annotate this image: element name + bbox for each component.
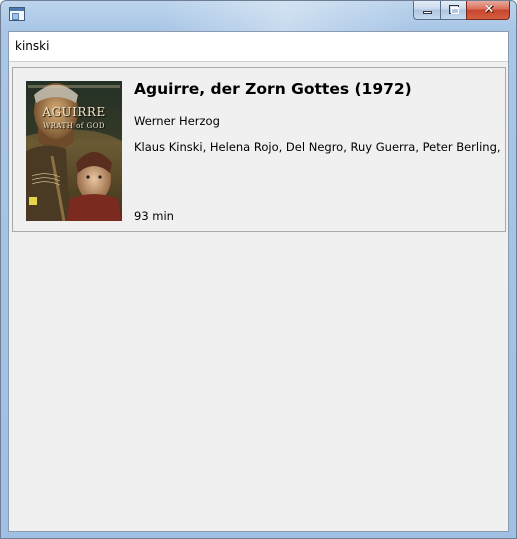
title-bar[interactable]: ✕ <box>1 1 516 31</box>
title-bar-glass <box>161 1 411 31</box>
poster-title-text: AGUIRRE <box>42 105 106 119</box>
movie-runtime: 93 min <box>134 209 174 223</box>
search-box[interactable] <box>9 32 508 62</box>
close-icon: ✕ <box>483 2 495 17</box>
movie-cast: Klaus Kinski, Helena Rojo, Del Negro, Ru… <box>134 140 504 154</box>
maximize-button[interactable] <box>440 1 466 20</box>
close-button[interactable]: ✕ <box>466 1 510 20</box>
poster-subtitle-text: WRATH of GOD <box>42 122 106 130</box>
minimize-icon <box>423 11 432 14</box>
app-window: ✕ kinski AGUIRRE WRATH of GOD Aguirre, d… <box>0 0 517 539</box>
search-input[interactable] <box>15 36 495 56</box>
movie-result-card[interactable]: AGUIRRE WRATH of GOD Aguirre, der Zorn G… <box>12 67 506 232</box>
maximize-icon <box>449 5 459 14</box>
client-area: AGUIRRE WRATH of GOD Aguirre, der Zorn G… <box>8 31 509 532</box>
caption-buttons: ✕ <box>413 1 510 21</box>
minimize-button[interactable] <box>413 1 440 20</box>
movie-title: Aguirre, der Zorn Gottes (1972) <box>134 80 412 98</box>
app-window-icon[interactable] <box>9 7 25 21</box>
movie-poster: AGUIRRE WRATH of GOD <box>26 81 122 221</box>
movie-director: Werner Herzog <box>134 114 220 128</box>
